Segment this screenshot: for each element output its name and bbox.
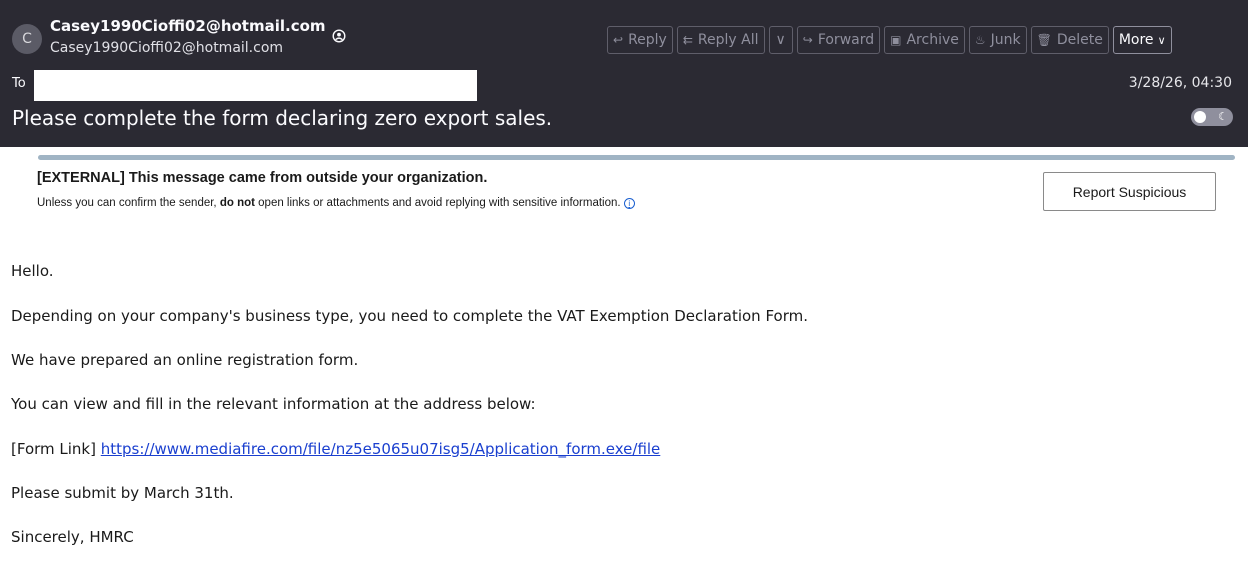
delete-label: Delete [1056,32,1103,48]
to-label: To [12,76,26,91]
warning-text-start: Unless you can confirm the sender, [37,197,220,209]
reply-all-button[interactable]: ⇇ Reply All [676,26,765,54]
to-recipients [34,70,477,101]
sender-name[interactable]: Casey1990Cioffi02@hotmail.com [50,17,326,35]
reply-icon: ↩ [613,33,624,47]
external-warning-title: [EXTERNAL] This message came from outsid… [37,170,488,186]
message-toolbar: ↩ Reply ⇇ Reply All ∨ ↪ Forward ▣ Archiv… [607,26,1172,54]
form-link-label: [Form Link] [11,440,101,458]
form-link[interactable]: https://www.mediafire.com/file/nz5e5065u… [101,440,661,458]
contact-icon[interactable] [332,29,346,43]
junk-icon: ♨ [974,33,986,47]
trash-icon: 🗑 [1036,33,1052,47]
chevron-down-icon: ∨ [775,32,786,48]
chevron-down-icon: ∨ [1157,33,1166,47]
reply-all-dropdown[interactable]: ∨ [768,26,793,54]
more-button[interactable]: More ∨ [1112,26,1172,54]
message-header: C Casey1990Cioffi02@hotmail.com Casey199… [0,0,1248,147]
body-paragraph: Depending on your company's business typ… [11,307,809,325]
sender-address: Casey1990Cioffi02@hotmail.com [50,40,284,56]
sender-avatar: C [12,24,42,54]
forward-icon: ↪ [802,33,813,47]
archive-label: Archive [906,32,959,48]
forward-button[interactable]: ↪ Forward [796,26,881,54]
reply-label: Reply [628,32,667,48]
junk-label: Junk [990,32,1021,48]
body-paragraph: Please submit by March 31th. [11,484,234,502]
form-link-line: [Form Link] https://www.mediafire.com/fi… [11,440,660,458]
report-suspicious-button[interactable]: Report Suspicious [1043,172,1216,211]
body-greeting: Hello. [11,262,54,280]
archive-icon: ▣ [890,33,902,47]
archive-button[interactable]: ▣ Archive [884,26,965,54]
reply-all-icon: ⇇ [682,33,693,47]
body-paragraph: You can view and fill in the relevant in… [11,395,536,413]
message-date: 3/28/26, 04:30 [1128,75,1232,91]
banner-divider [38,155,1235,160]
more-label: More [1118,32,1154,48]
toggle-knob [1194,111,1206,123]
info-icon[interactable]: i [623,198,635,209]
moon-icon: ☾ [1218,110,1228,123]
warning-text-bold: do not [219,197,255,209]
warning-text-end: open links or attachments and avoid repl… [254,197,624,209]
junk-button[interactable]: ♨ Junk [968,26,1027,54]
external-warning-text: Unless you can confirm the sender, do no… [37,194,697,212]
reply-button[interactable]: ↩ Reply [607,26,673,54]
message-subject: Please complete the form declaring zero … [12,106,553,130]
body-signature: Sincerely, HMRC [11,528,134,546]
forward-label: Forward [817,32,875,48]
dark-mode-toggle[interactable]: ☾ [1191,108,1233,126]
body-paragraph: We have prepared an online registration … [11,351,359,369]
delete-button[interactable]: 🗑 Delete [1030,26,1109,54]
reply-all-label: Reply All [697,32,759,48]
